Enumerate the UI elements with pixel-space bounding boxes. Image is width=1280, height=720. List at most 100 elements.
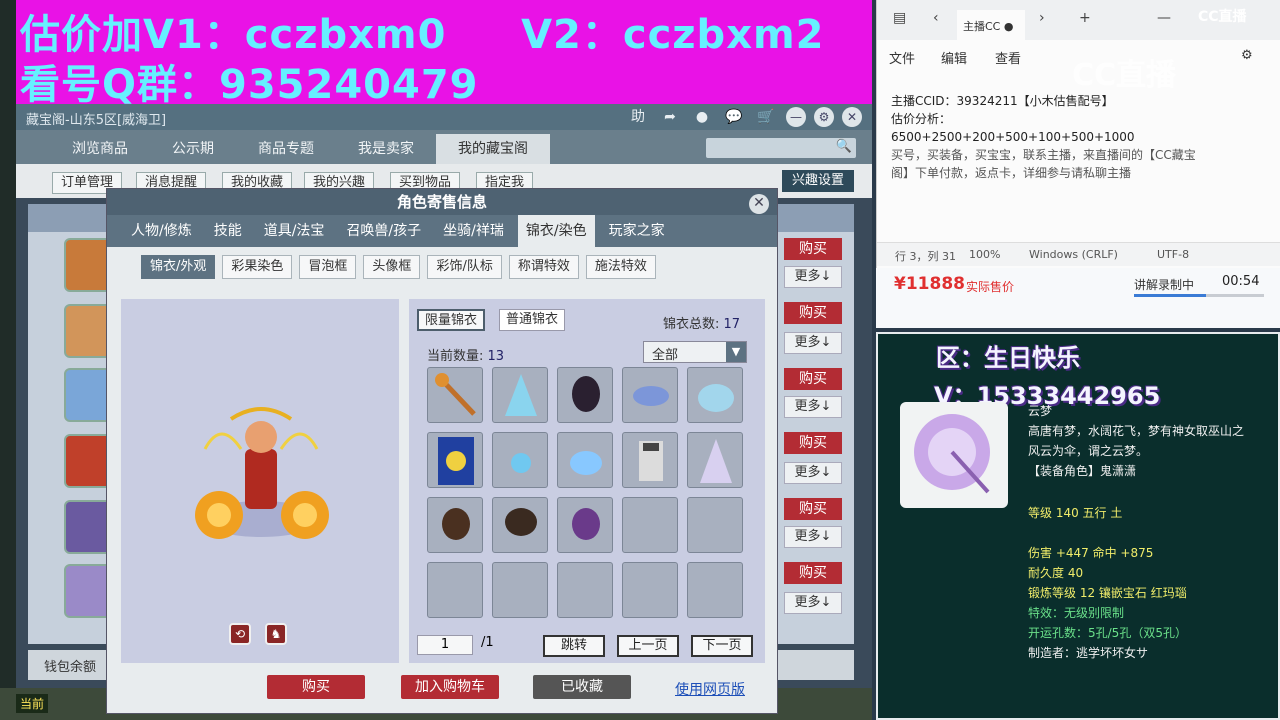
subtab-outfit[interactable]: 锦衣/外观 [141,255,216,279]
outfit-slot[interactable] [557,367,613,423]
outfit-slot[interactable] [427,432,483,488]
minimize-icon[interactable]: — [1157,10,1171,26]
tab-normal-outfit[interactable]: 普通锦衣 [499,309,566,331]
subtab-title-effect[interactable]: 称谓特效 [508,255,579,279]
tab-browse[interactable]: 浏览商品 [50,134,150,164]
subtab-team-badge[interactable]: 彩饰/队标 [427,255,502,279]
avatar[interactable] [64,238,112,292]
avatar[interactable] [64,500,112,554]
help-button[interactable]: 助 [626,107,650,127]
item-holes: 开运孔数：5孔/5孔（双5孔） [1028,626,1187,640]
avatar[interactable] [64,564,112,618]
more-button[interactable]: 更多↓ [784,396,842,418]
outfit-slot[interactable] [622,432,678,488]
avatar[interactable] [64,304,112,358]
favorited-button[interactable]: 已收藏 [533,675,631,699]
chat-icon[interactable]: 💬 [722,107,746,127]
notepad-text[interactable]: 主播CCID：39324211【小木估售配号】 估价分析： 6500+2500+… [891,92,1275,182]
modal-tabs: 人物/修炼 技能 道具/法宝 召唤兽/孩子 坐骑/祥瑞 锦衣/染色 玩家之家 [107,215,777,247]
price-bar: ¥11888 实际售价 讲解录制中 00:54 [876,268,1280,328]
cart-icon[interactable]: 🛒 [754,107,778,127]
filter-select[interactable]: 全部 ▼ [643,341,747,363]
notepad-tab[interactable]: 主播CC ● [957,10,1025,40]
buy-button[interactable]: 购买 [267,675,365,699]
avatar[interactable] [64,434,112,488]
recording-time: 00:54 [1222,274,1260,289]
web-version-link[interactable]: 使用网页版 [675,679,745,699]
chevron-down-icon[interactable]: ▼ [726,342,746,362]
tab-scroll-right-icon[interactable]: › [1039,10,1045,26]
outfit-slot[interactable] [492,432,548,488]
add-to-cart-button[interactable]: 加入购物车 [401,675,499,699]
more-button[interactable]: 更多↓ [784,526,842,548]
new-tab-icon[interactable]: + [1079,10,1091,26]
close-icon[interactable]: ✕ [842,107,862,127]
subtab-bubble[interactable]: 冒泡框 [299,255,357,279]
tab-mounts[interactable]: 坐骑/祥瑞 [435,215,512,247]
minimize-icon[interactable]: — [786,107,806,127]
tab-skills[interactable]: 技能 [206,215,250,247]
subtab-dye[interactable]: 彩果染色 [222,255,293,279]
tab-my-cbg[interactable]: 我的藏宝阁 [436,134,550,164]
close-icon[interactable]: ● [1004,20,1014,33]
promo-banner: 估价加V1：cczbxm0 V2：cczbxm2 看号Q群：935240479 [0,0,872,108]
tab-items[interactable]: 道具/法宝 [256,215,333,247]
menu-file[interactable]: 文件 [889,48,915,67]
outfit-slot[interactable] [557,432,613,488]
buy-button[interactable]: 购买 [784,238,842,260]
outfit-slot[interactable] [622,367,678,423]
wallet-label: 钱包余额 [44,660,97,675]
main-nav: 浏览商品 公示期 商品专题 我是卖家 我的藏宝阁 🔍 [16,130,872,164]
outfit-slot[interactable] [492,367,548,423]
next-page-button[interactable]: 下一页 [691,635,753,657]
more-button[interactable]: 更多↓ [784,592,842,614]
tab-home[interactable]: 玩家之家 [601,215,673,247]
jump-button[interactable]: 跳转 [543,635,605,657]
page-input[interactable]: 1 [417,635,473,655]
tab-summons[interactable]: 召唤兽/孩子 [338,215,429,247]
buy-button[interactable]: 购买 [784,498,842,520]
interest-settings-button[interactable]: 兴趣设置 [781,170,854,192]
current-channel-label[interactable]: 当前 [16,694,49,713]
outfit-slot[interactable] [427,367,483,423]
item-desc-1: 高唐有梦，水阔花飞，梦有神女取巫山之 [1028,424,1245,438]
gear-icon[interactable]: ⚙ [1241,48,1253,63]
buy-button[interactable]: 购买 [784,368,842,390]
more-button[interactable]: 更多↓ [784,266,842,288]
outfit-slot[interactable] [427,497,483,553]
share-icon[interactable]: ➦ [658,107,682,127]
subtab-cast-effect[interactable]: 施法特效 [585,255,656,279]
outfit-slot[interactable] [492,497,548,553]
record-icon[interactable]: ● [690,107,714,127]
avatar[interactable] [64,368,112,422]
rotate-icon[interactable]: ⟲ [229,623,251,645]
tab-character[interactable]: 人物/修炼 [123,215,200,247]
outfit-slot[interactable] [687,367,743,423]
prev-page-button[interactable]: 上一页 [617,635,679,657]
settings-icon[interactable]: ⚙ [814,107,834,127]
menu-view[interactable]: 查看 [995,48,1021,67]
tab-topics[interactable]: 商品专题 [236,134,336,164]
search-icon[interactable]: 🔍 [836,139,852,154]
subtab-avatar-frame[interactable]: 头像框 [363,255,421,279]
tab-seller[interactable]: 我是卖家 [336,134,436,164]
current-count: 当前数量: 13 [427,345,504,364]
more-button[interactable]: 更多↓ [784,332,842,354]
current-count-value: 13 [487,349,505,364]
tab-outfits[interactable]: 锦衣/染色 [517,215,595,247]
close-icon[interactable]: ✕ [749,194,769,214]
buy-button[interactable]: 购买 [784,432,842,454]
tab-public[interactable]: 公示期 [150,134,236,164]
tab-scroll-left-icon[interactable]: ‹ [933,10,939,26]
text-line: 6500+2500+200+500+100+500+1000 [891,130,1135,144]
window-titlebar: 藏宝阁-山东5区[威海卫] 助 ➦ ● 💬 🛒 — ⚙ ✕ [16,104,872,130]
tab-limited-outfit[interactable]: 限量锦衣 [417,309,486,331]
buy-button[interactable]: 购买 [784,302,842,324]
action-icon[interactable]: ♞ [265,623,287,645]
search-input[interactable]: 🔍 [706,138,856,158]
outfit-slot[interactable] [557,497,613,553]
outfit-slot[interactable] [687,432,743,488]
buy-button[interactable]: 购买 [784,562,842,584]
more-button[interactable]: 更多↓ [784,462,842,484]
menu-edit[interactable]: 编辑 [941,48,967,67]
